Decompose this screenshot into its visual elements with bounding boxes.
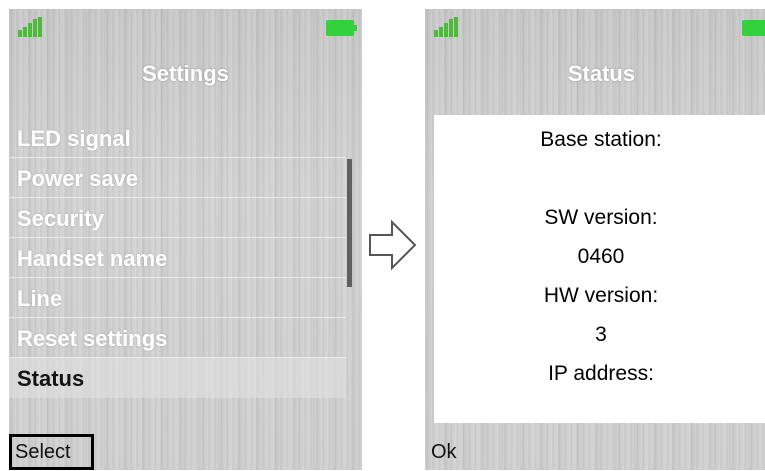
- status-hw-version-value: 3: [595, 323, 607, 346]
- status-hw-version-label: HW version:: [543, 284, 659, 307]
- status-sw-version-label: SW version:: [544, 206, 658, 229]
- menu-item-power-save[interactable]: Power save: [9, 158, 346, 198]
- screen-title: Status: [567, 61, 636, 86]
- status-screen: Status Base station: SW version: 0460 HW…: [425, 9, 765, 470]
- battery-full-icon: [742, 20, 765, 36]
- menu-item-led-signal[interactable]: LED signal: [9, 118, 346, 158]
- status-info-panel: Base station: SW version: 0460 HW versio…: [434, 115, 765, 423]
- settings-screen: Settings LED signal Power save Security …: [9, 9, 362, 470]
- status-ip-address-label: IP address:: [548, 362, 654, 385]
- arrow-right-icon: [369, 219, 417, 271]
- screen-title: Settings: [142, 61, 229, 86]
- menu-item-status[interactable]: Status: [9, 358, 346, 398]
- menu-item-handset-name[interactable]: Handset name: [9, 238, 346, 278]
- status-base-station-value: [434, 159, 765, 198]
- menu-item-security[interactable]: Security: [9, 198, 346, 238]
- signal-strength-icon: [434, 17, 458, 37]
- battery-full-icon: [326, 20, 357, 36]
- menu-item-line[interactable]: Line: [9, 278, 346, 318]
- settings-menu: LED signal Power save Security Handset n…: [9, 118, 346, 398]
- select-softkey[interactable]: Select: [9, 434, 94, 470]
- status-base-station-label: Base station:: [540, 128, 662, 151]
- status-sw-version-value: 0460: [577, 245, 625, 268]
- signal-strength-icon: [18, 17, 42, 37]
- scrollbar[interactable]: [347, 159, 352, 287]
- ok-softkey[interactable]: Ok: [431, 441, 457, 464]
- menu-item-reset-settings[interactable]: Reset settings: [9, 318, 346, 358]
